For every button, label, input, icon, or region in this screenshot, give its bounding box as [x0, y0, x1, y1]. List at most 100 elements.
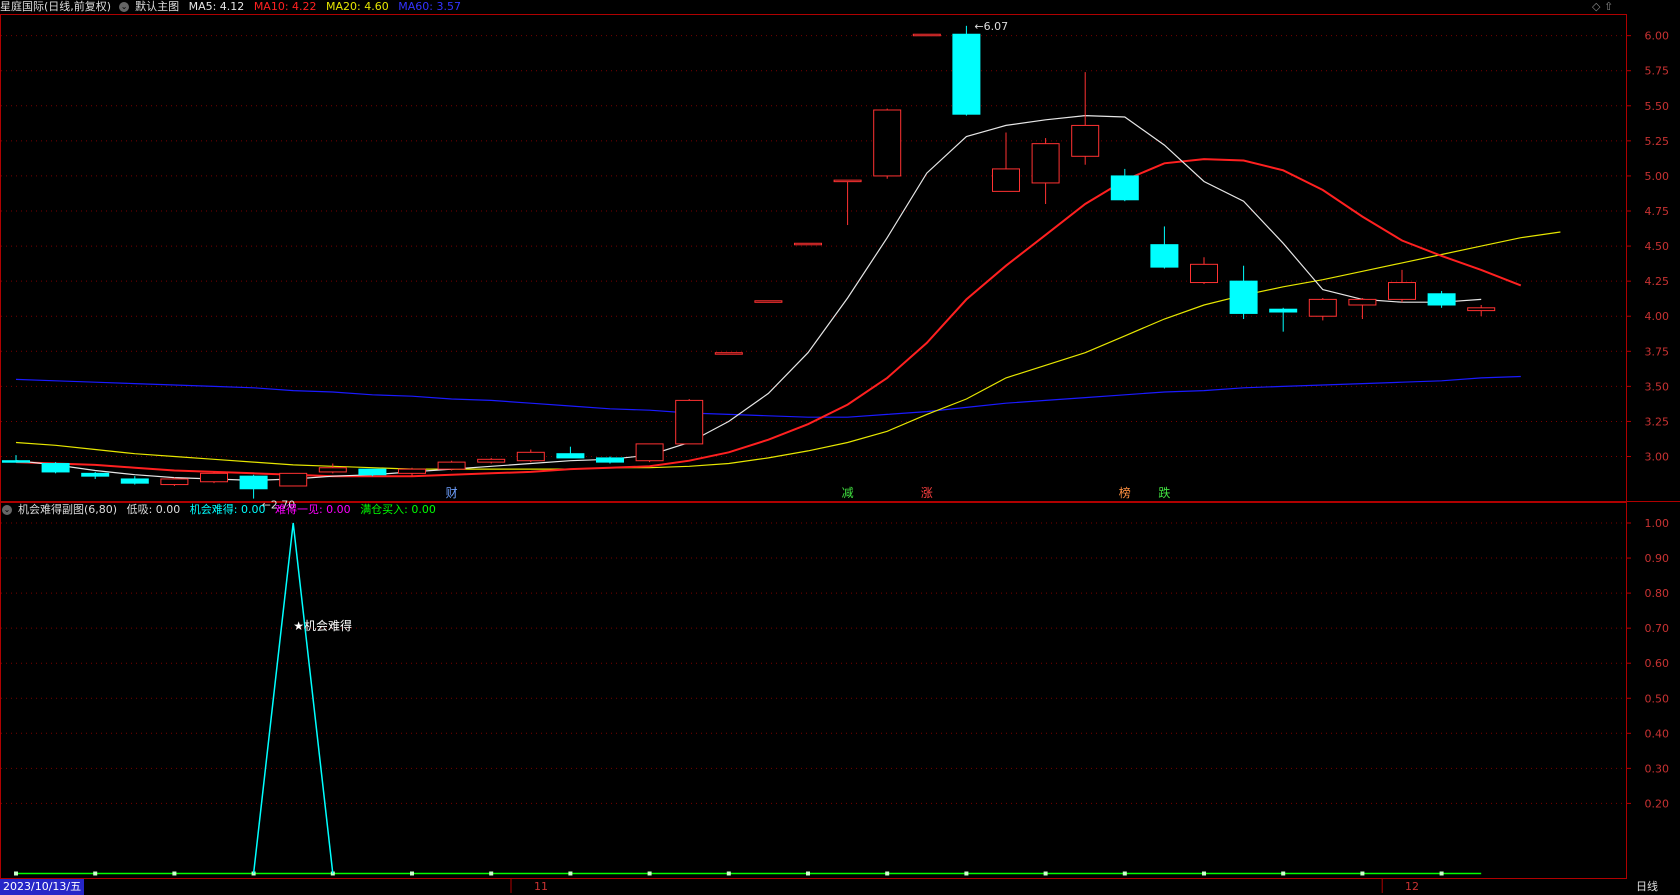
- baseline-dot: [1043, 871, 1048, 876]
- y-tick-label: 4.25: [1645, 275, 1670, 288]
- candle-body: [1110, 175, 1139, 201]
- y-tick-label: 0.30: [1645, 762, 1670, 775]
- candle: [81, 471, 110, 479]
- candle: [1150, 226, 1179, 269]
- candle-body: [1190, 263, 1218, 284]
- y-tick-label: 0.20: [1645, 797, 1670, 810]
- candle-body: [556, 453, 585, 459]
- baseline-dot: [172, 871, 177, 876]
- chance-signal-label: ★机会难得: [293, 618, 352, 633]
- candle: [1308, 297, 1337, 321]
- baseline-dot: [93, 871, 98, 876]
- candle: [1467, 304, 1496, 317]
- candle-body: [1388, 282, 1416, 300]
- candle: [596, 456, 624, 464]
- candle: [477, 457, 506, 464]
- period-label[interactable]: 日线: [1636, 879, 1658, 895]
- candle: [516, 449, 545, 463]
- y-tick-label: 4.75: [1645, 205, 1670, 218]
- y-tick-label: 0.90: [1645, 552, 1670, 565]
- candle: [239, 474, 268, 499]
- candle: [1388, 269, 1416, 303]
- y-tick-label: 4.50: [1645, 240, 1670, 253]
- y-tick-label: 5.50: [1645, 100, 1670, 113]
- collapse-icon[interactable]: ⌄: [2, 505, 12, 515]
- candle-body: [992, 168, 1020, 192]
- stock-title[interactable]: 星庭国际(日线,前复权): [0, 0, 111, 13]
- ma20-line: [15, 231, 1561, 470]
- candle-body: [318, 467, 347, 473]
- candle-body: [1071, 124, 1100, 157]
- current-date[interactable]: 2023/10/13/五: [0, 879, 85, 895]
- main-panel-frame: [0, 14, 1627, 502]
- y-tick-label: 3.25: [1645, 415, 1670, 428]
- candle: [754, 300, 783, 303]
- up-arrow-icon[interactable]: ⇧: [1604, 0, 1613, 13]
- candle: [437, 460, 466, 471]
- candle-body: [952, 33, 981, 115]
- candle: [794, 242, 822, 246]
- sub-indicator-name[interactable]: 机会难得副图(6,80): [18, 503, 117, 516]
- rare-value: 难得一见: 0.00: [274, 503, 351, 516]
- high-price-label: ←6.07: [974, 20, 1008, 33]
- candle-body: [160, 478, 189, 486]
- candle: [635, 443, 664, 463]
- event-marker: 跌: [1158, 485, 1170, 500]
- collapse-icon[interactable]: ⌄: [119, 2, 130, 12]
- candle-body: [794, 242, 822, 246]
- candle: [358, 468, 387, 477]
- candle: [1071, 72, 1100, 165]
- month-nov: 11: [534, 880, 548, 893]
- candle: [1427, 290, 1456, 308]
- candle-body: [279, 472, 308, 487]
- baseline-dot: [726, 871, 731, 876]
- y-tick-label: 0.40: [1645, 727, 1670, 740]
- candle: [714, 352, 743, 355]
- candle: [1190, 257, 1218, 284]
- baseline-dot: [964, 871, 969, 876]
- candle-body: [41, 463, 70, 473]
- event-marker: 减: [842, 486, 854, 500]
- y-tick-label: 5.75: [1645, 65, 1670, 78]
- y-tick-label: 6.00: [1645, 30, 1670, 43]
- event-marker: 涨: [921, 485, 933, 500]
- candle-body: [912, 33, 941, 37]
- baseline-dot: [885, 871, 890, 876]
- event-marker: 榜: [1119, 485, 1131, 500]
- main-chart-header: 星庭国际(日线,前复权) ⌄ 默认主图 MA5: 4.12 MA10: 4.22 M…: [0, 0, 467, 14]
- ma5-value: MA5: 4.12: [188, 0, 245, 13]
- window-controls: ◇ ⇧: [1592, 0, 1613, 13]
- candle-body: [516, 451, 545, 462]
- candle-body: [675, 399, 704, 445]
- candle: [1110, 168, 1139, 202]
- baseline-dot: [1122, 871, 1127, 876]
- candle: [556, 446, 585, 459]
- candle: [675, 398, 704, 445]
- date-axis: 2023/10/13/五 11 12 日线: [0, 879, 1680, 895]
- y-tick-label: 3.50: [1645, 380, 1670, 393]
- y-tick-label: 1.00: [1645, 517, 1670, 530]
- low-value: 低吸: 0.00: [126, 503, 181, 516]
- candle-body: [437, 461, 466, 470]
- y-tick-label: 3.00: [1645, 451, 1670, 464]
- candle: [1229, 265, 1258, 320]
- month-dec: 12: [1405, 880, 1419, 893]
- candle-body: [1269, 308, 1298, 313]
- diamond-icon[interactable]: ◇: [1592, 0, 1600, 13]
- kline-chart[interactable]: 6.00 5.75 5.50 5.25 5.00 4.75 4.50 4.25 4.00 3.75…: [0, 0, 1680, 895]
- candle: [873, 108, 902, 179]
- candle: [1031, 138, 1060, 204]
- baseline-dot: [489, 871, 494, 876]
- y-tick-label: 0.60: [1645, 657, 1670, 670]
- baseline-dot: [1360, 871, 1365, 876]
- chance-line: [252, 522, 334, 874]
- baseline-dot: [1281, 871, 1286, 876]
- candle-body: [833, 179, 862, 183]
- indicator-name[interactable]: 默认主图: [135, 0, 179, 13]
- baseline-dot: [1202, 871, 1206, 876]
- ma10-value: MA10: 4.22: [253, 0, 317, 13]
- candle-body: [2, 460, 30, 463]
- candle: [41, 462, 70, 474]
- baseline-dot: [568, 871, 573, 876]
- candle-body: [1427, 293, 1456, 306]
